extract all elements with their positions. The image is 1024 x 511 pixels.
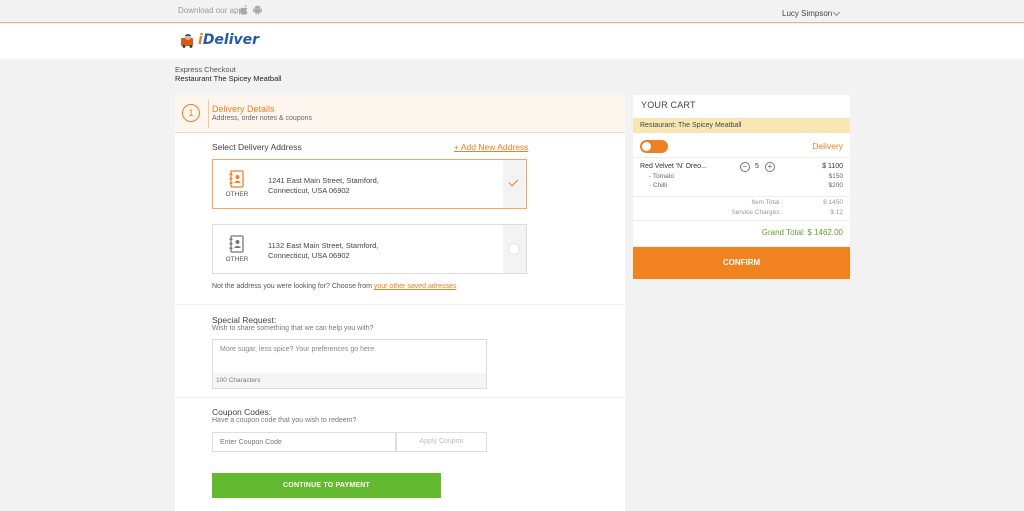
- address-card-1[interactable]: OTHER 1241 East Main Street, Stamford, C…: [212, 159, 527, 209]
- cart-item-price: $ 1100: [822, 163, 843, 170]
- top-bar: Download our app: Lucy Simpson: [0, 0, 1024, 23]
- cart-title: YOUR CART: [641, 100, 696, 110]
- special-request-subtitle: Wish to share something that we can help…: [212, 325, 374, 332]
- address-text: 1241 East Main Street, Stamford, Connect…: [268, 176, 379, 195]
- special-request-title: Special Request:: [212, 315, 277, 325]
- special-request-input[interactable]: [213, 340, 486, 373]
- address-card-2[interactable]: OTHER 1132 East Main Street, Stamford, C…: [212, 224, 527, 274]
- saved-addresses-link[interactable]: your other saved adresses: [374, 283, 457, 290]
- cart-addon-price: $150: [828, 173, 843, 180]
- step-subtitle: Address, order notes & coupons: [212, 115, 313, 122]
- item-total-label: Item Total :: [751, 199, 783, 206]
- plus-icon[interactable]: +: [765, 162, 775, 172]
- address-text: 1132 East Main Street, Stamford, Connect…: [268, 241, 379, 260]
- add-new-address-link[interactable]: + Add New Address: [454, 142, 528, 152]
- site-header: iDeliver: [0, 24, 1024, 59]
- cart-panel: YOUR CART Restaurant: The Spicey Meatbal…: [633, 95, 850, 246]
- apply-coupon-button[interactable]: Apply Coupon: [396, 432, 487, 452]
- page-title: Restaurant The Spicey Meatball: [175, 74, 282, 83]
- cart-addon: - Tomato: [649, 173, 675, 180]
- step-title: Delivery Details: [212, 104, 275, 114]
- grand-total: Grand Total: $ 1462.00: [761, 228, 843, 237]
- breadcrumb: Express Checkout: [175, 65, 236, 74]
- android-icon[interactable]: [253, 5, 262, 15]
- item-total-value: $ 1450: [823, 199, 843, 206]
- step-header: 1 Delivery Details Address, order notes …: [175, 95, 625, 133]
- char-count: 100 Characters: [213, 373, 486, 388]
- address-type: OTHER: [225, 191, 249, 198]
- checkout-panel: 1 Delivery Details Address, order notes …: [175, 95, 625, 511]
- logo-text: iDeliver: [198, 32, 260, 48]
- service-charges-label: Service Charges :: [731, 209, 783, 216]
- divider: [633, 220, 850, 221]
- step-divider: [208, 100, 209, 128]
- continue-to-payment-button[interactable]: CONTINUE TO PAYMENT: [212, 473, 441, 498]
- delivery-mode-label: Delivery: [812, 141, 843, 151]
- address-not-found-text: Not the address you were looking for? Ch…: [212, 283, 457, 290]
- minus-icon[interactable]: −: [740, 162, 750, 172]
- address-book-icon: [229, 170, 244, 188]
- divider: [633, 196, 850, 197]
- confirm-button[interactable]: CONFIRM: [633, 247, 850, 279]
- coupon-subtitle: Have a coupon code that you wish to rede…: [212, 417, 357, 424]
- special-request-box: 100 Characters: [212, 339, 487, 389]
- divider: [633, 157, 850, 158]
- divider: [175, 304, 625, 305]
- toggle-knob: [642, 142, 651, 151]
- checkmark-icon: [508, 176, 519, 187]
- radio-icon: [508, 243, 520, 255]
- divider: [175, 397, 625, 398]
- logo[interactable]: iDeliver: [180, 32, 259, 48]
- delivery-man-icon: [181, 34, 193, 48]
- apple-icon[interactable]: [240, 5, 249, 15]
- address-radio[interactable]: [503, 225, 526, 273]
- service-charges-value: $ 12: [830, 209, 843, 216]
- cart-addon-price: $200: [828, 182, 843, 189]
- select-address-label: Select Delivery Address: [212, 142, 302, 152]
- cart-addon: - Chilli: [649, 182, 668, 189]
- app-store-icons: [240, 5, 262, 15]
- cart-item-name: Red Velvet 'N' Oreo...: [640, 163, 707, 170]
- address-type: OTHER: [225, 256, 249, 263]
- cart-restaurant: Restaurant: The Spicey Meatball: [633, 118, 850, 133]
- step-number: 1: [182, 104, 200, 122]
- download-app-label: Download our app:: [178, 6, 246, 15]
- delivery-toggle[interactable]: [640, 140, 668, 153]
- chevron-down-icon[interactable]: [832, 8, 841, 17]
- address-selected-check[interactable]: [503, 160, 526, 208]
- coupon-title: Coupon Codes:: [212, 407, 272, 417]
- coupon-input[interactable]: [212, 432, 396, 452]
- user-menu[interactable]: Lucy Simpson: [782, 9, 832, 18]
- address-book-icon: [229, 235, 244, 253]
- cart-item-qty: 5: [755, 163, 759, 170]
